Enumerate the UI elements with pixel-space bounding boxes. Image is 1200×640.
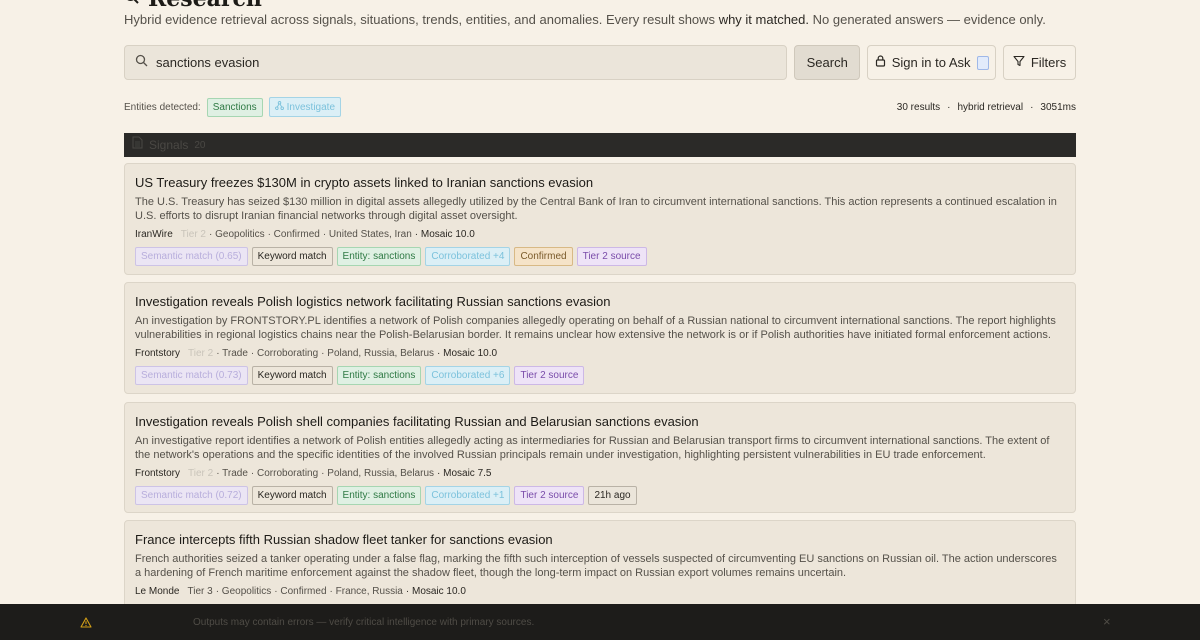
search-icon [135,54,148,72]
result-description: An investigation by FRONTSTORY.PL identi… [135,315,1056,341]
meta-separator: · [1030,101,1034,113]
result-mosaic-score: · Mosaic 10.0 [437,348,498,359]
tag-tier-source: Tier 2 source [514,366,585,385]
page-title: Research [148,0,262,12]
section-count: 20 [194,139,206,151]
result-meta: Le Monde Tier 3 · Geopolitics · Confirme… [135,586,1065,597]
result-card[interactable]: US Treasury freezes $130M in crypto asse… [124,163,1076,275]
entity-chip-investigate[interactable]: Investigate [268,97,342,117]
entities-row: Entities detected: Sanctions Investigate… [124,97,1076,117]
tag-keyword-match: Keyword match [251,366,333,385]
sign-in-label: Sign in to Ask [891,55,971,70]
result-title[interactable]: France intercepts fifth Russian shadow f… [135,532,1065,547]
result-regions: · France, Russia [329,586,403,597]
tag-tier-source: Tier 2 source [514,486,585,505]
tag-semantic-match: Semantic match (0.73) [135,366,248,385]
results-count: 30 results [896,101,941,113]
tag-corroborated: Corroborated +6 [425,366,511,385]
result-regions: · Poland, Russia, Belarus [321,468,435,479]
result-status: · Corroborating [250,468,319,479]
result-tier: Tier 2 [188,468,214,479]
result-regions: · Poland, Russia, Belarus [321,348,435,359]
result-mosaic-score: · Mosaic 10.0 [405,586,466,597]
page-header: Research [124,0,262,12]
tag-tier-source: Tier 2 source [576,247,647,266]
entities-detected: Entities detected: Sanctions Investigate [124,97,342,117]
result-tier: Tier 2 [180,229,206,240]
network-icon [274,101,284,113]
search-row: Search Sign in to Ask Filters [124,45,1076,80]
result-card[interactable]: Investigation reveals Polish logistics n… [124,282,1076,394]
result-source: Frontstory [135,348,181,359]
tag-confirmed: Confirmed [514,247,573,266]
close-icon[interactable]: × [1103,614,1111,629]
result-category: · Trade [216,468,248,479]
warning-icon [80,615,92,633]
result-description: An investigative report identifies a net… [135,435,1050,461]
disclaimer-banner: Outputs may contain errors — verify crit… [0,604,1200,640]
result-meta: Frontstory Tier 2 · Trade · Corroboratin… [135,468,1065,479]
subtitle-emphasis: why it matched. [718,12,810,27]
result-tags: Semantic match (0.72) Keyword match Enti… [135,486,1065,505]
page-subtitle: Hybrid evidence retrieval across signals… [124,12,1046,27]
result-source: Le Monde [135,586,180,597]
tag-semantic-match: Semantic match (0.72) [135,486,248,505]
disclaimer-text: Outputs may contain errors — verify crit… [193,617,535,628]
entity-chip-sanctions[interactable]: Sanctions [206,97,263,117]
result-title[interactable]: US Treasury freezes $130M in crypto asse… [135,175,1065,190]
lock-icon [875,55,886,70]
result-category: · Geopolitics [215,586,272,597]
tag-keyword-match: Keyword match [251,247,333,266]
result-mosaic-score: · Mosaic 10.0 [414,229,475,240]
result-title[interactable]: Investigation reveals Polish logistics n… [135,294,1065,309]
section-header-signals[interactable]: Signals 20 [124,133,1076,157]
results-meta: 30 results · hybrid retrieval · 3051ms [897,102,1076,113]
subtitle-tail: No generated answers — evidence only. [812,12,1046,27]
filters-label: Filters [1030,55,1067,70]
tag-corroborated: Corroborated +1 [425,486,511,505]
result-meta: IranWire Tier 2 · Geopolitics · Confirme… [135,229,1065,240]
tag-semantic-match: Semantic match (0.65) [135,247,248,266]
result-tags: Semantic match (0.73) Keyword match Enti… [135,366,1065,385]
tag-keyword-match: Keyword match [251,486,333,505]
result-tier: Tier 2 [188,348,214,359]
result-description: The U.S. Treasury has seized $130 millio… [135,196,1057,222]
search-input[interactable] [156,55,756,70]
document-icon [132,136,143,154]
tag-corroborated: Corroborated +4 [425,247,511,266]
result-tier: Tier 3 [187,586,213,597]
query-time: 3051ms [1040,101,1076,113]
search-button[interactable]: Search [794,45,861,80]
search-box[interactable] [124,45,788,80]
result-meta: Frontstory Tier 2 · Trade · Corroboratin… [135,348,1065,359]
result-source: IranWire [135,229,173,240]
result-status: · Corroborating [250,348,319,359]
filter-icon [1013,55,1025,70]
tag-entity: Entity: sanctions [336,247,422,266]
shortcut-key-icon [976,55,989,70]
search-icon [124,0,140,10]
result-tags: Semantic match (0.65) Keyword match Enti… [135,247,1065,266]
result-status: · Confirmed [274,586,327,597]
entity-chip-label: Investigate [286,101,336,113]
meta-separator: · [947,101,951,113]
result-description: French authorities seized a tanker opera… [135,553,1057,579]
tag-entity: Entity: sanctions [336,486,422,505]
section-label: Signals [149,138,189,152]
result-title[interactable]: Investigation reveals Polish shell compa… [135,414,1065,429]
result-source: Frontstory [135,468,181,479]
retrieval-mode: hybrid retrieval [957,101,1024,113]
result-status: · Confirmed [267,229,320,240]
entities-label: Entities detected: [124,101,201,113]
tag-entity: Entity: sanctions [336,366,422,385]
result-category: · Trade [216,348,248,359]
sign-in-to-ask-button[interactable]: Sign in to Ask [867,45,997,80]
result-regions: · United States, Iran [322,229,412,240]
tag-time-ago: 21h ago [588,486,637,505]
filters-button[interactable]: Filters [1003,45,1076,80]
result-mosaic-score: · Mosaic 7.5 [437,468,492,479]
result-category: · Geopolitics [209,229,265,240]
result-card[interactable]: Investigation reveals Polish shell compa… [124,402,1076,513]
subtitle-text: Hybrid evidence retrieval across signals… [124,12,716,27]
